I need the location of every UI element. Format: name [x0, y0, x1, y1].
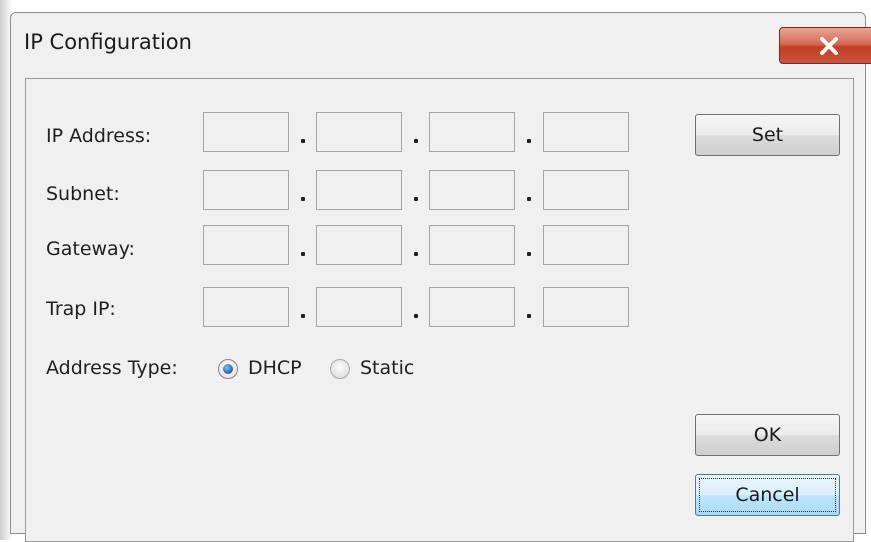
trap-ip-octet-2[interactable] [316, 287, 402, 327]
dhcp-radio[interactable] [218, 359, 238, 379]
dhcp-label[interactable]: DHCP [248, 357, 302, 379]
octet-separator [301, 314, 305, 318]
set-button[interactable]: Set [695, 114, 840, 156]
ip-address-octet-3[interactable] [429, 112, 515, 152]
radio-selected-dot [223, 364, 233, 374]
ip-address-octet-4[interactable] [543, 112, 629, 152]
octet-separator [527, 252, 531, 256]
octet-separator [301, 139, 305, 143]
address-type-label: Address Type: [46, 357, 178, 379]
octet-separator [414, 197, 418, 201]
octet-separator [414, 252, 418, 256]
trap-ip-octet-4[interactable] [543, 287, 629, 327]
trap-ip-octet-3[interactable] [429, 287, 515, 327]
gateway-octet-3[interactable] [429, 225, 515, 265]
octet-separator [301, 197, 305, 201]
octet-separator [414, 139, 418, 143]
subnet-octet-2[interactable] [316, 170, 402, 210]
subnet-octet-3[interactable] [429, 170, 515, 210]
octet-separator [414, 314, 418, 318]
subnet-octet-4[interactable] [543, 170, 629, 210]
trap-ip-octet-1[interactable] [203, 287, 289, 327]
octet-separator [527, 197, 531, 201]
gateway-label: Gateway: [46, 238, 135, 260]
ip-address-label: IP Address: [46, 125, 152, 147]
trap-ip-label: Trap IP: [46, 298, 116, 320]
ok-button[interactable]: OK [695, 414, 840, 456]
gateway-octet-4[interactable] [543, 225, 629, 265]
subnet-label: Subnet: [46, 183, 120, 205]
close-x-icon [820, 36, 838, 55]
ip-configuration-dialog: IP Configuration IP Address: Subnet: Gat… [10, 12, 871, 542]
octet-separator [527, 139, 531, 143]
cancel-button[interactable]: Cancel [695, 474, 840, 516]
dialog-content: IP Address: Subnet: Gateway: Trap IP: Ad… [25, 78, 854, 542]
subnet-octet-1[interactable] [203, 170, 289, 210]
static-radio[interactable] [330, 359, 350, 379]
octet-separator [301, 252, 305, 256]
octet-separator [527, 314, 531, 318]
gateway-octet-1[interactable] [203, 225, 289, 265]
dialog-title: IP Configuration [24, 30, 192, 54]
ip-address-octet-2[interactable] [316, 112, 402, 152]
close-button[interactable] [779, 27, 871, 64]
cancel-button-label: Cancel [735, 484, 800, 506]
static-label[interactable]: Static [360, 357, 414, 379]
gateway-octet-2[interactable] [316, 225, 402, 265]
ip-address-octet-1[interactable] [203, 112, 289, 152]
